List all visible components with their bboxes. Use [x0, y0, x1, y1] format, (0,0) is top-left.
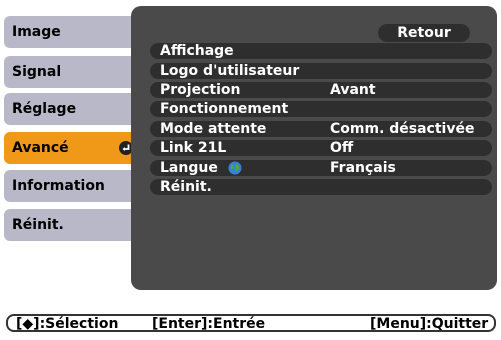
- tab-label: Information: [12, 178, 105, 194]
- menu-row-affichage[interactable]: Affichage: [150, 43, 492, 59]
- row-value: Off: [330, 140, 354, 156]
- row-label: Logo d'utilisateur: [160, 63, 300, 79]
- back-button[interactable]: Retour: [378, 24, 470, 42]
- tab-label: Signal: [12, 64, 62, 80]
- tab-signal[interactable]: Signal: [4, 56, 140, 88]
- status-select-hint: [◆]:Sélection: [16, 316, 119, 332]
- status-enter-hint: [Enter]:Entrée: [152, 316, 266, 332]
- row-value: Français: [330, 160, 396, 176]
- menu-row-projection[interactable]: Projection Avant: [150, 82, 492, 98]
- menu-row-reinit[interactable]: Réinit.: [150, 179, 492, 195]
- tab-reinit[interactable]: Réinit.: [4, 209, 140, 241]
- row-label: Fonctionnement: [160, 101, 289, 117]
- tab-image[interactable]: Image: [4, 16, 140, 48]
- status-bar: [◆]:Sélection [Enter]:Entrée [Menu]:Quit…: [6, 314, 496, 332]
- menu-row-langue[interactable]: Langue Français: [150, 160, 492, 176]
- category-tabs: Image Signal Réglage Avancé Information …: [0, 0, 140, 290]
- menu-row-mode-attente[interactable]: Mode attente Comm. désactivée: [150, 121, 492, 137]
- row-label: Link 21L: [160, 140, 227, 156]
- back-button-label: Retour: [397, 25, 451, 41]
- tab-label: Réinit.: [12, 217, 64, 233]
- tab-reglage[interactable]: Réglage: [4, 93, 140, 125]
- row-label: Langue: [160, 160, 218, 176]
- status-quit-hint: [Menu]:Quitter: [370, 316, 489, 332]
- tab-information[interactable]: Information: [4, 170, 140, 202]
- menu-row-link21l[interactable]: Link 21L Off: [150, 140, 492, 156]
- globe-icon: [228, 161, 242, 175]
- tab-avance[interactable]: Avancé: [4, 132, 140, 164]
- tab-label: Image: [12, 24, 61, 40]
- row-label: Réinit.: [160, 179, 212, 195]
- row-label: Affichage: [160, 43, 234, 59]
- row-label: Mode attente: [160, 121, 267, 137]
- row-label: Projection: [160, 82, 241, 98]
- menu-row-logo[interactable]: Logo d'utilisateur: [150, 63, 492, 79]
- row-value: Comm. désactivée: [330, 121, 475, 137]
- menu-row-fonctionnement[interactable]: Fonctionnement: [150, 101, 492, 117]
- tab-label: Avancé: [12, 140, 69, 156]
- tab-label: Réglage: [12, 101, 77, 117]
- row-value: Avant: [330, 82, 376, 98]
